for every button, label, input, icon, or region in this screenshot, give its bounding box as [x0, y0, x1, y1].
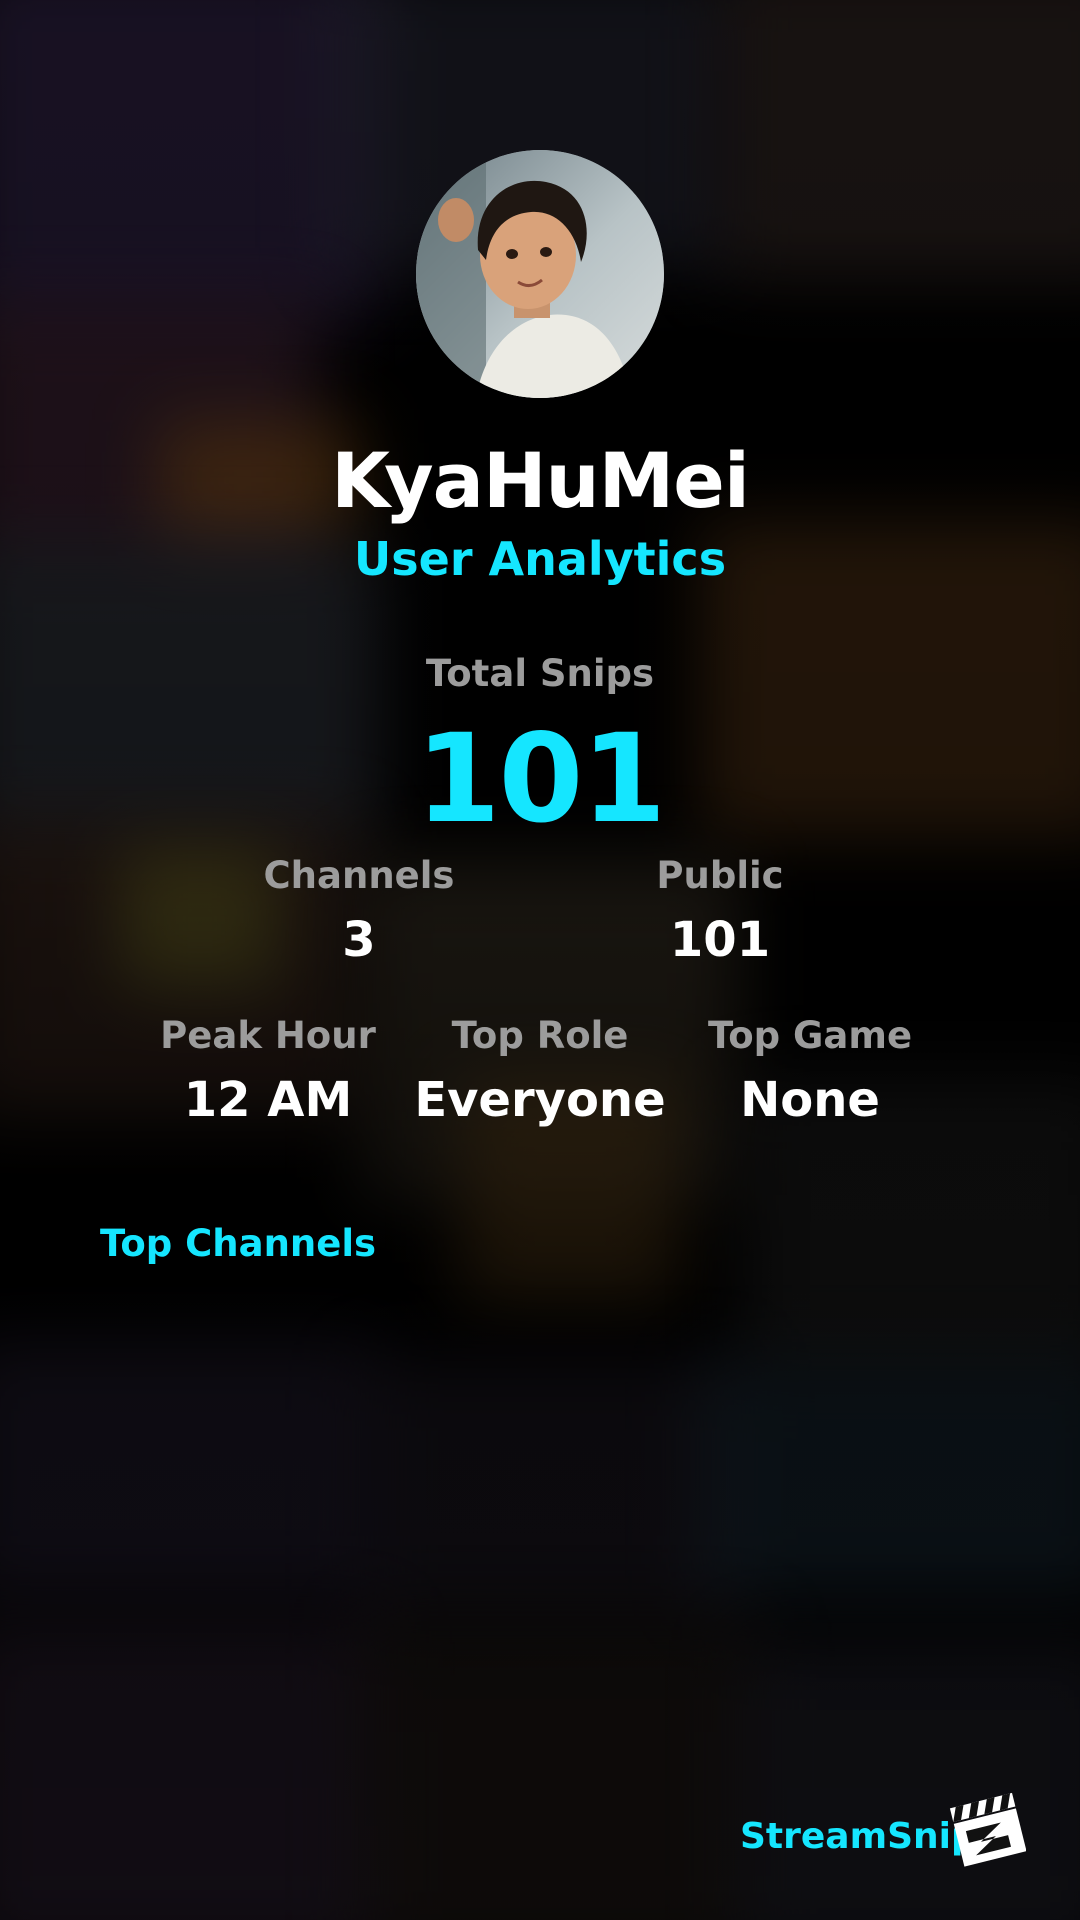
total-snips-label: Total Snips — [425, 652, 655, 695]
top-role-value: Everyone — [414, 1072, 666, 1128]
channels-value: 3 — [342, 912, 376, 968]
brand-name: StreamSnip — [740, 1816, 977, 1857]
clapperboard-logo-icon — [948, 1790, 1027, 1868]
channels-label: Channels — [263, 854, 455, 897]
top-channels-heading: Top Channels — [100, 1222, 377, 1265]
user-avatar-photo — [416, 150, 664, 398]
username: KyaHuMei — [331, 436, 750, 525]
page-subtitle: User Analytics — [353, 532, 727, 586]
peak-hour-value: 12 AM — [183, 1072, 353, 1128]
total-snips-value: 101 — [415, 708, 667, 850]
peak-hour-label: Peak Hour — [160, 1014, 376, 1057]
user-avatar — [416, 150, 664, 398]
top-game-value: None — [740, 1072, 880, 1128]
public-value: 101 — [669, 912, 771, 968]
top-role-label: Top Role — [451, 1014, 629, 1057]
public-label: Public — [656, 854, 784, 897]
top-game-label: Top Game — [707, 1014, 913, 1057]
